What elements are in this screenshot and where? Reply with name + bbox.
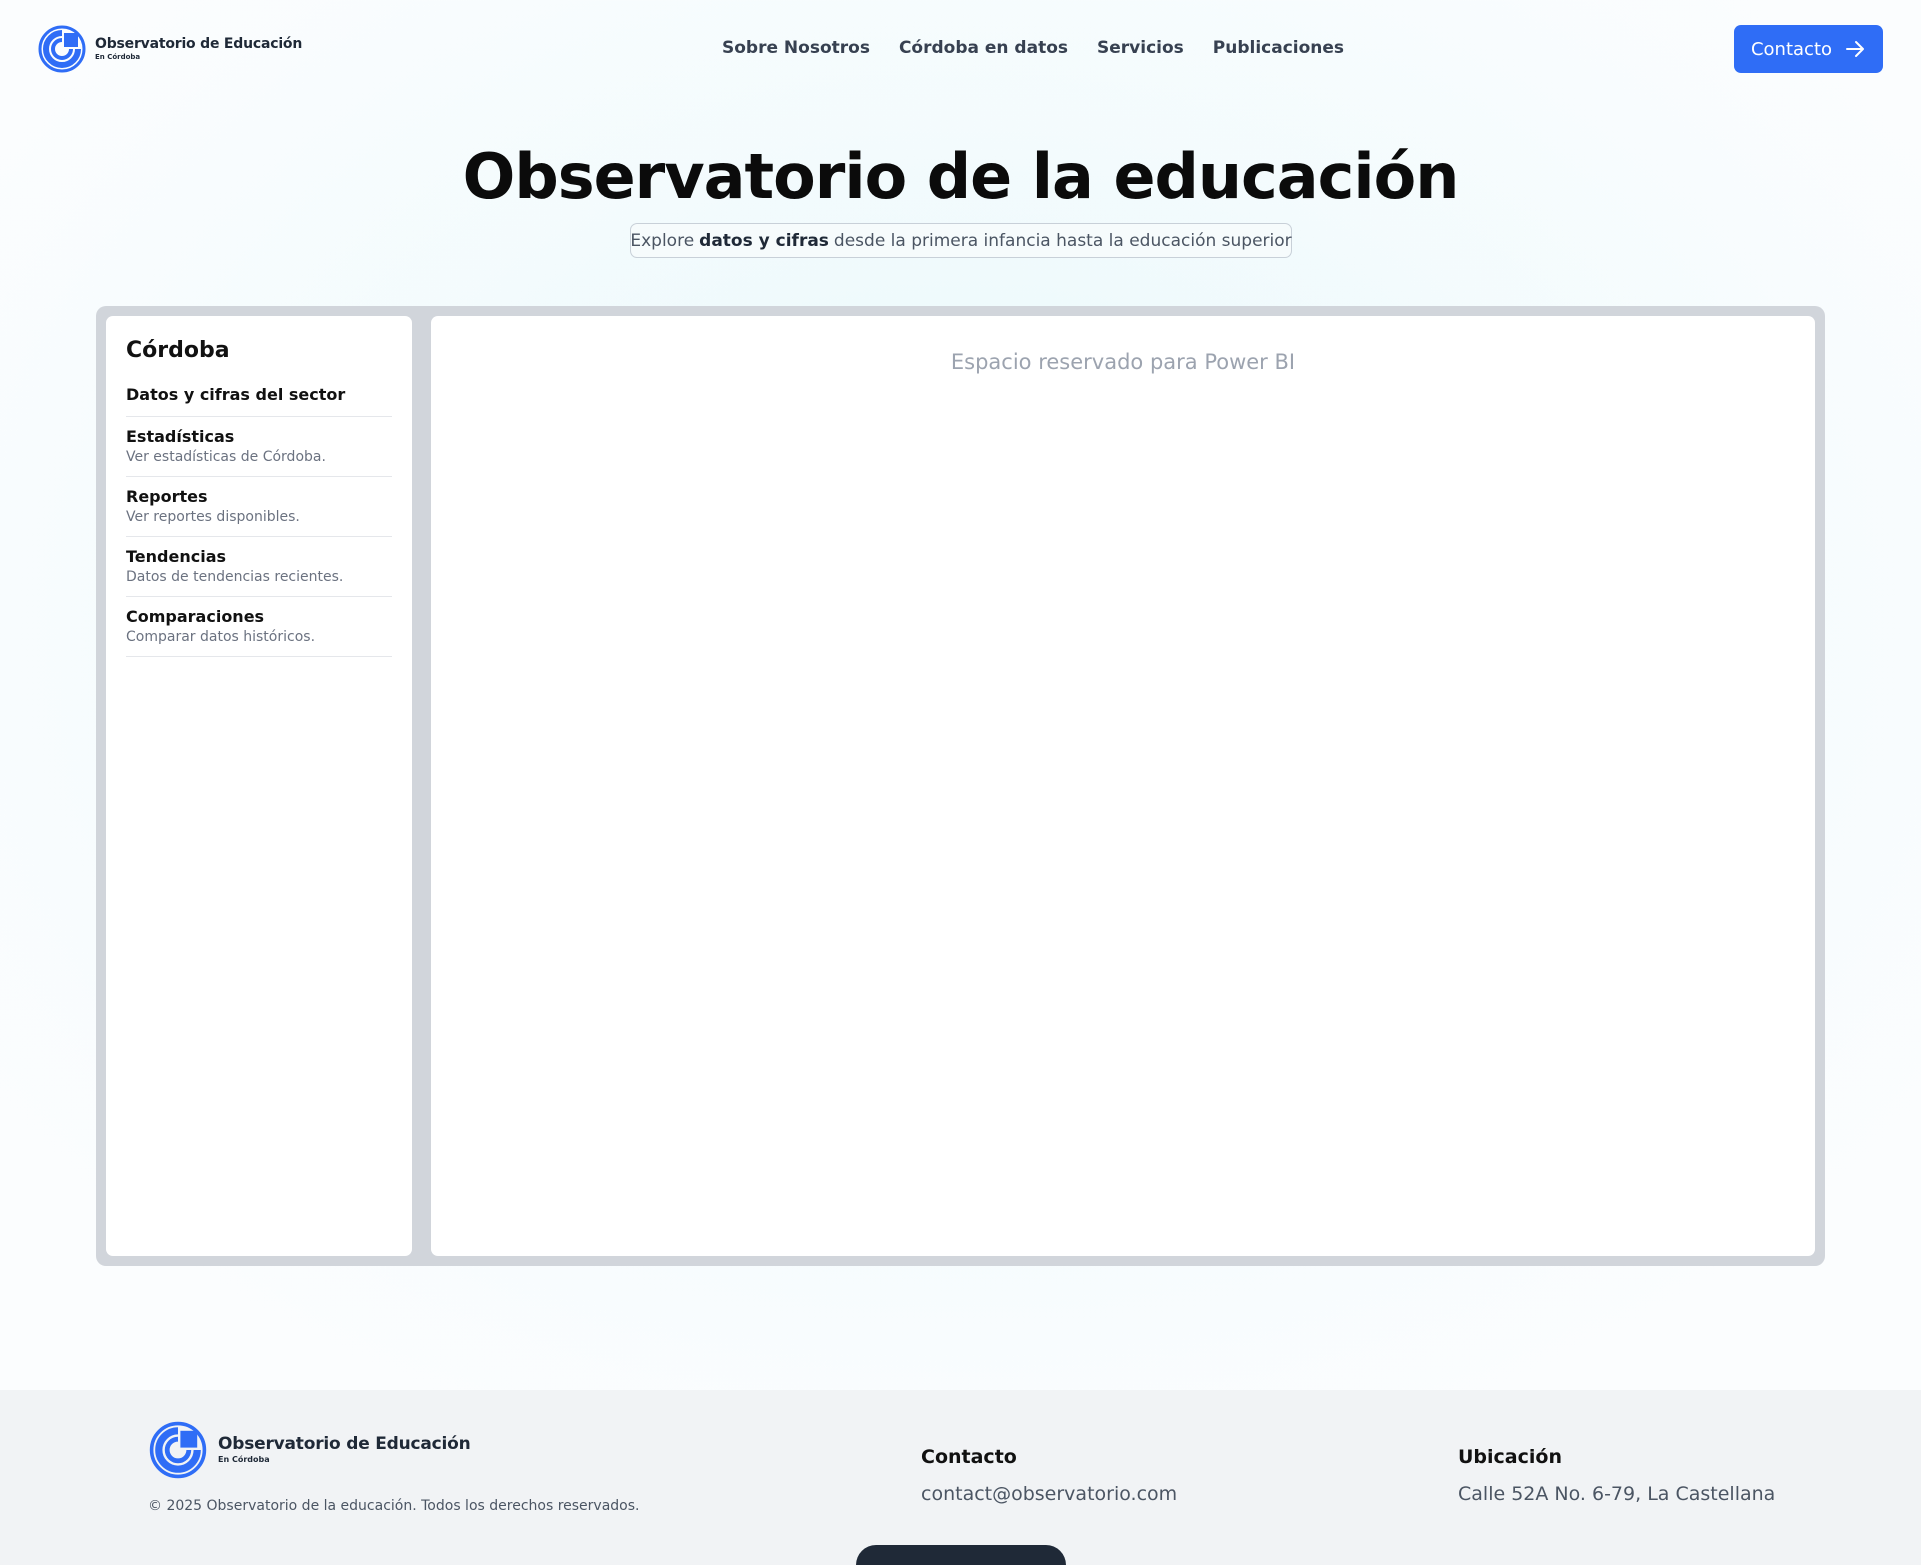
site-footer: Observatorio de Educación En Córdoba © 2…	[0, 1390, 1921, 1565]
floating-toolbar[interactable]	[856, 1545, 1066, 1565]
sidebar: Córdoba Datos y cifras del sector Estadí…	[106, 316, 412, 1256]
sidebar-item-comparaciones[interactable]: Comparaciones Comparar datos históricos.	[126, 597, 392, 657]
sidebar-heading: Datos y cifras del sector	[126, 385, 392, 417]
footer-logo-subtitle: En Córdoba	[218, 1455, 270, 1464]
sidebar-item-title: Tendencias	[126, 547, 227, 566]
hero-subtitle-prefix: Explore	[630, 230, 695, 251]
observatory-logo-icon	[149, 1421, 207, 1479]
footer-location-heading: Ubicación	[1458, 1446, 1562, 1468]
main-nav: Sobre Nosotros Córdoba en datos Servicio…	[722, 38, 1344, 58]
hero-subtitle-suffix: desde la primera infancia hasta la educa…	[833, 230, 1292, 251]
sidebar-title: Córdoba	[126, 338, 230, 363]
page-title: Observatorio de la educación	[462, 140, 1460, 213]
footer-contact-heading: Contacto	[921, 1446, 1017, 1468]
sidebar-item-title: Estadísticas	[126, 427, 235, 446]
footer-location-address: Calle 52A No. 6-79, La Castellana	[1458, 1483, 1776, 1505]
nav-link-cordoba-en-datos[interactable]: Córdoba en datos	[899, 38, 1068, 58]
sidebar-item-title: Comparaciones	[126, 607, 265, 626]
dashboard-frame: Córdoba Datos y cifras del sector Estadí…	[96, 306, 1825, 1266]
sidebar-item-description: Ver estadísticas de Córdoba.	[126, 449, 326, 465]
copyright-text: © 2025 Observatorio de la educación. Tod…	[148, 1498, 640, 1514]
sidebar-item-reportes[interactable]: Reportes Ver reportes disponibles.	[126, 477, 392, 537]
logo-subtitle: En Córdoba	[95, 53, 141, 61]
footer-logo[interactable]: Observatorio de Educación En Córdoba	[148, 1420, 471, 1480]
sidebar-item-title: Reportes	[126, 487, 208, 506]
site-header: Observatorio de Educación En Córdoba Sob…	[0, 0, 1921, 100]
observatory-logo-icon	[38, 25, 86, 73]
footer-contact-column: Contacto contact@observatorio.com	[921, 1446, 1177, 1505]
sidebar-item-description: Ver reportes disponibles.	[126, 509, 300, 525]
contact-button[interactable]: Contacto	[1734, 25, 1883, 73]
arrow-right-icon	[1846, 41, 1865, 57]
power-bi-panel: Espacio reservado para Power BI	[431, 316, 1815, 1256]
footer-location-column: Ubicación Calle 52A No. 6-79, La Castell…	[1458, 1446, 1775, 1505]
footer-contact-email[interactable]: contact@observatorio.com	[921, 1483, 1177, 1505]
hero-subtitle-pill: Explore datos y cifras desde la primera …	[630, 223, 1292, 258]
panel-placeholder-text: Espacio reservado para Power BI	[950, 350, 1296, 374]
sidebar-item-tendencias[interactable]: Tendencias Datos de tendencias recientes…	[126, 537, 392, 597]
nav-link-publicaciones[interactable]: Publicaciones	[1213, 38, 1344, 58]
nav-link-sobre-nosotros[interactable]: Sobre Nosotros	[722, 38, 870, 58]
contact-button-label: Contacto	[1750, 38, 1833, 60]
nav-link-servicios[interactable]: Servicios	[1097, 38, 1184, 58]
sidebar-item-description: Datos de tendencias recientes.	[126, 569, 344, 585]
sidebar-item-estadisticas[interactable]: Estadísticas Ver estadísticas de Córdoba…	[126, 417, 392, 477]
hero-subtitle-bold: datos y cifras	[699, 230, 829, 251]
site-logo[interactable]: Observatorio de Educación En Córdoba	[37, 24, 302, 74]
sidebar-item-description: Comparar datos históricos.	[126, 629, 316, 645]
footer-logo-title: Observatorio de Educación	[218, 1434, 471, 1454]
logo-title: Observatorio de Educación	[95, 36, 303, 52]
